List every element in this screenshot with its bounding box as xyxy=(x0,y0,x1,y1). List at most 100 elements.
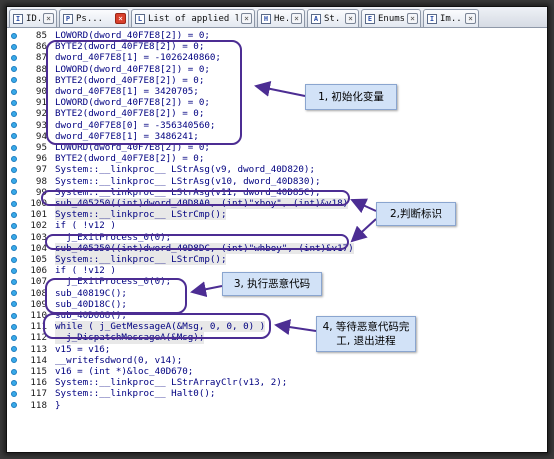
structures-icon: A xyxy=(311,13,321,24)
tab-0[interactable]: IID...× xyxy=(9,9,57,27)
line-number: 114 xyxy=(30,354,47,366)
code-text[interactable]: System::__linkproc__ LStrArrayClr(v13, 2… xyxy=(55,377,287,388)
tab-4[interactable]: ASt...× xyxy=(307,9,359,27)
breakpoint-dot-icon[interactable] xyxy=(11,99,17,106)
imports-icon: I xyxy=(427,13,437,24)
close-icon[interactable]: × xyxy=(345,13,356,24)
code-line[interactable]: 97 System::__linkproc__ LStrAsg(v9, dword… xyxy=(7,164,547,175)
close-icon[interactable]: × xyxy=(407,13,418,24)
code-text[interactable]: v16 = (int *)&loc_40D670; xyxy=(55,366,193,377)
line-number: 107 xyxy=(30,276,47,288)
breakpoint-dot-icon[interactable] xyxy=(11,290,17,297)
code-line[interactable]: 117 System::__linkproc__ Halt0(); xyxy=(7,388,547,400)
breakpoint-dot-icon[interactable] xyxy=(11,122,17,129)
breakpoint-dot-icon[interactable] xyxy=(11,402,17,409)
line-number: 102 xyxy=(30,220,47,232)
line-number: 94 xyxy=(35,130,47,142)
breakpoint-dot-icon[interactable] xyxy=(11,43,17,50)
tab-3[interactable]: HHe...× xyxy=(257,9,305,27)
breakpoint-dot-icon[interactable] xyxy=(11,189,17,196)
close-icon[interactable]: × xyxy=(43,13,54,24)
code-text[interactable]: System::__linkproc__ LStrCmp(); xyxy=(55,209,227,221)
line-number: 87 xyxy=(35,52,47,64)
breakpoint-dot-icon[interactable] xyxy=(11,54,17,61)
close-icon[interactable]: × xyxy=(291,13,302,24)
annotation-oval-message-loop xyxy=(43,313,271,339)
annotation-oval-init xyxy=(46,40,242,145)
line-number: 103 xyxy=(30,231,47,243)
code-text[interactable]: System::__linkproc__ LStrAsg(v9, dword_4… xyxy=(55,164,315,175)
breakpoint-dot-icon[interactable] xyxy=(11,200,17,207)
callout-check-identifier: 2,判断标识 xyxy=(376,202,456,226)
code-text[interactable]: System::__linkproc__ LStrAsg(v10, dword_… xyxy=(55,176,321,187)
breakpoint-dot-icon[interactable] xyxy=(11,178,17,185)
breakpoint-dot-icon[interactable] xyxy=(11,245,17,252)
tab-6[interactable]: IIm...× xyxy=(423,9,479,27)
breakpoint-dot-icon[interactable] xyxy=(11,211,17,218)
code-line[interactable]: 98 System::__linkproc__ LStrAsg(v10, dwor… xyxy=(7,175,547,187)
breakpoint-dot-icon[interactable] xyxy=(11,166,17,173)
code-text[interactable]: System::__linkproc__ LStrCmp(); xyxy=(55,254,227,266)
code-line[interactable]: 114 __writefsdword(0, v14); xyxy=(7,354,547,366)
annotation-oval-check-1 xyxy=(41,190,350,206)
breakpoint-dot-icon[interactable] xyxy=(11,357,17,364)
code-text[interactable]: if ( !v12 ) xyxy=(55,220,116,231)
code-line[interactable]: 116 System::__linkproc__ LStrArrayClr(v13… xyxy=(7,377,547,389)
line-number: 95 xyxy=(35,142,47,153)
close-icon[interactable]: × xyxy=(241,13,252,24)
line-number: 116 xyxy=(30,377,47,389)
tab-bar: IID...×PPs...×LList of applied libr...×H… xyxy=(7,7,547,28)
breakpoint-dot-icon[interactable] xyxy=(11,222,17,229)
breakpoint-dot-icon[interactable] xyxy=(11,278,17,285)
callout-wait-and-exit: 4, 等待恶意代码完工, 退出进程 xyxy=(316,316,416,352)
breakpoint-dot-icon[interactable] xyxy=(11,256,17,263)
close-icon[interactable]: × xyxy=(115,13,126,24)
code-line[interactable]: 101 System::__linkproc__ LStrCmp(); xyxy=(7,209,547,221)
tab-label: St... xyxy=(324,13,342,24)
code-line[interactable]: 102 if ( !v12 ) xyxy=(7,220,547,232)
breakpoint-dot-icon[interactable] xyxy=(11,379,17,386)
line-number: 101 xyxy=(30,209,47,221)
breakpoint-dot-icon[interactable] xyxy=(11,144,17,151)
tab-1[interactable]: P Ps... × xyxy=(59,9,129,27)
code-text[interactable]: } xyxy=(55,400,61,411)
code-line[interactable]: 115 v16 = (int *)&loc_40D670; xyxy=(7,366,547,377)
code-line[interactable]: 96 BYTE2(dword_40F7E8[2]) = 0; xyxy=(7,153,547,164)
breakpoint-dot-icon[interactable] xyxy=(11,267,17,274)
breakpoint-dot-icon[interactable] xyxy=(11,323,17,330)
line-number: 92 xyxy=(35,108,47,120)
code-text[interactable]: System::__linkproc__ Halt0(); xyxy=(55,388,215,399)
breakpoint-dot-icon[interactable] xyxy=(11,66,17,73)
breakpoint-dot-icon[interactable] xyxy=(11,346,17,353)
breakpoint-dot-icon[interactable] xyxy=(11,110,17,117)
code-line[interactable]: 118} xyxy=(7,400,547,411)
line-number: 108 xyxy=(30,287,47,299)
tab-label: ID... xyxy=(26,13,40,24)
breakpoint-dot-icon[interactable] xyxy=(11,88,17,95)
code-line[interactable]: 113 v15 = v16; xyxy=(7,344,547,355)
breakpoint-dot-icon[interactable] xyxy=(11,133,17,140)
code-text[interactable]: if ( !v12 ) xyxy=(55,265,116,276)
line-number: 91 xyxy=(35,97,47,109)
tab-2[interactable]: LList of applied libr...× xyxy=(131,9,255,27)
line-number: 98 xyxy=(35,175,47,187)
breakpoint-dot-icon[interactable] xyxy=(11,234,17,241)
tab-label: He... xyxy=(274,13,288,24)
tab-5[interactable]: E Enums × xyxy=(361,9,421,27)
breakpoint-dot-icon[interactable] xyxy=(11,334,17,341)
breakpoint-dot-icon[interactable] xyxy=(11,301,17,308)
code-text[interactable]: __writefsdword(0, v14); xyxy=(55,355,182,366)
breakpoint-dot-icon[interactable] xyxy=(11,390,17,397)
breakpoint-dot-icon[interactable] xyxy=(11,32,17,39)
line-number: 117 xyxy=(30,388,47,400)
code-line[interactable]: 105 System::__linkproc__ LStrCmp(); xyxy=(7,254,547,266)
code-text[interactable]: v15 = v16; xyxy=(55,344,110,355)
close-icon[interactable]: × xyxy=(465,13,476,24)
breakpoint-dot-icon[interactable] xyxy=(11,77,17,84)
breakpoint-dot-icon[interactable] xyxy=(11,368,17,375)
tab-label: List of applied libr... xyxy=(148,13,238,24)
code-text[interactable]: BYTE2(dword_40F7E8[2]) = 0; xyxy=(55,153,204,164)
breakpoint-dot-icon[interactable] xyxy=(11,312,17,319)
breakpoint-dot-icon[interactable] xyxy=(11,155,17,162)
pseudocode-icon: P xyxy=(63,13,73,24)
